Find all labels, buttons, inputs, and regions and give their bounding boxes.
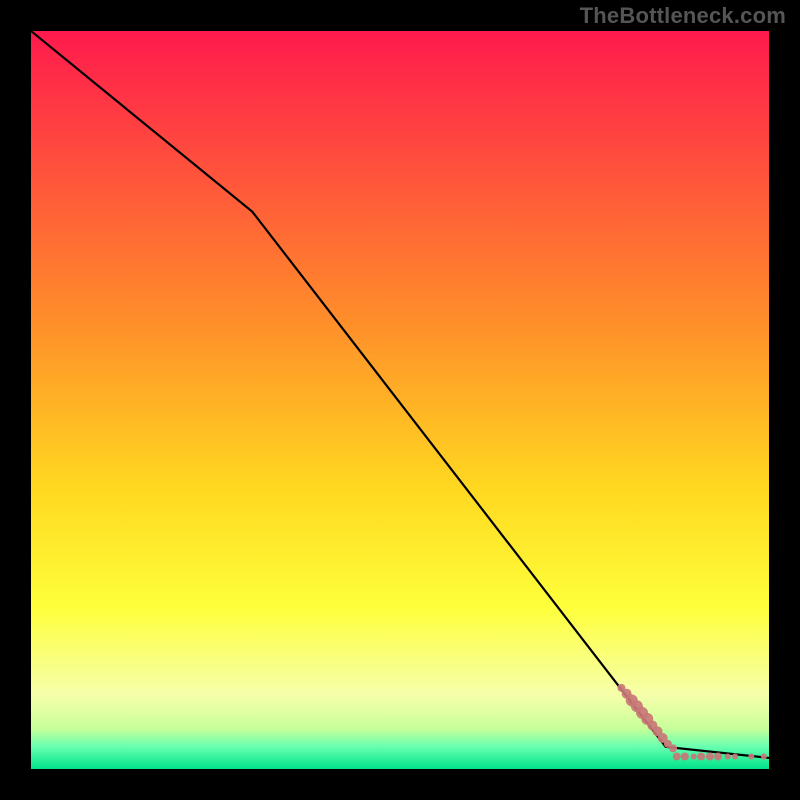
scatter-dot bbox=[725, 753, 731, 759]
scatter-dot bbox=[691, 753, 697, 759]
scatter-dot bbox=[669, 744, 677, 752]
gradient-background bbox=[31, 31, 769, 769]
scatter-dot bbox=[714, 752, 722, 760]
chart-svg bbox=[31, 31, 769, 769]
scatter-dot bbox=[697, 752, 705, 760]
plot-area bbox=[31, 31, 769, 769]
scatter-dot bbox=[706, 752, 714, 760]
scatter-dot bbox=[681, 752, 689, 760]
scatter-dot bbox=[673, 752, 681, 760]
watermark-text: TheBottleneck.com bbox=[580, 3, 786, 29]
scatter-dot bbox=[748, 753, 754, 759]
chart-frame: TheBottleneck.com bbox=[0, 0, 800, 800]
scatter-dot bbox=[761, 753, 767, 759]
scatter-dot bbox=[732, 753, 738, 759]
